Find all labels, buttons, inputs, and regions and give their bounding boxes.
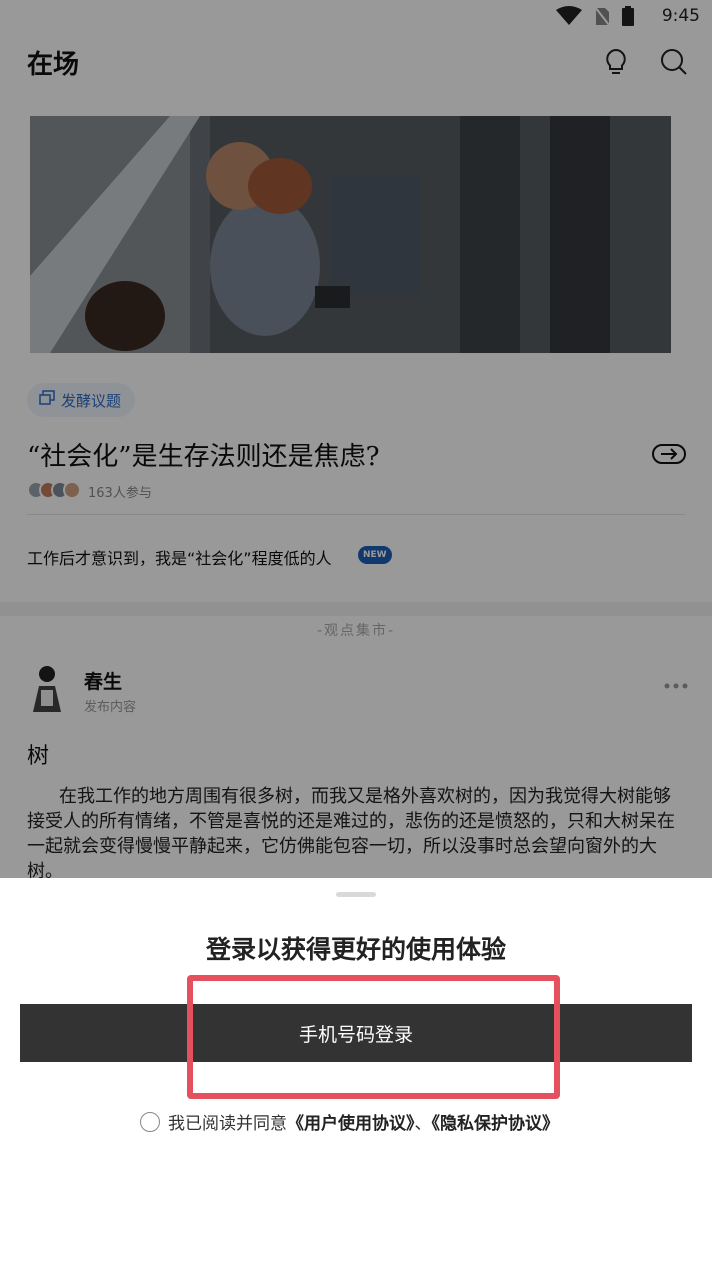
- login-bottom-sheet: 登录以获得更好的使用体验 手机号码登录 我已阅读并同意《用户使用协议》、《隐私保…: [0, 878, 712, 1264]
- agreement-row: 我已阅读并同意《用户使用协议》、《隐私保护协议》: [140, 1109, 559, 1134]
- agreement-separator: 、: [414, 1114, 432, 1134]
- dim-overlay[interactable]: [0, 0, 712, 878]
- user-agreement-link[interactable]: 《用户使用协议》: [287, 1114, 415, 1134]
- phone-login-button[interactable]: 手机号码登录: [20, 1004, 692, 1062]
- drag-handle[interactable]: [336, 892, 376, 897]
- login-sheet-title: 登录以获得更好的使用体验: [205, 935, 506, 964]
- privacy-policy-link[interactable]: 《隐私保护协议》: [432, 1114, 560, 1134]
- agreement-checkbox[interactable]: [140, 1111, 160, 1132]
- agreement-prefix: 我已阅读并同意: [168, 1114, 287, 1134]
